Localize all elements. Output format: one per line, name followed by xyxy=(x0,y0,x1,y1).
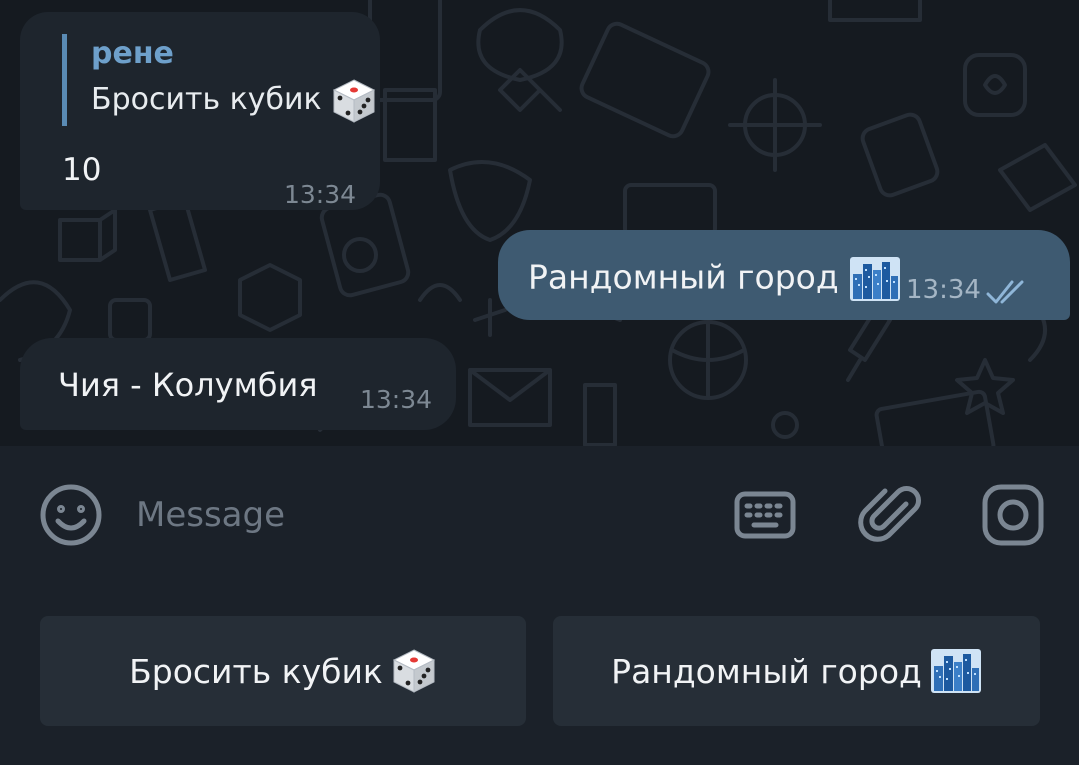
roll-dice-button-label: Бросить кубик xyxy=(129,651,383,691)
cityscape-icon xyxy=(849,256,901,302)
roll-dice-button[interactable]: Бросить кубик xyxy=(40,616,526,726)
camera-icon[interactable] xyxy=(978,480,1048,550)
message-time: 13:34 xyxy=(906,275,981,305)
random-city-button-label: Рандомный город xyxy=(611,651,922,691)
message-time: 13:34 xyxy=(360,385,433,414)
reply-quote[interactable]: рене Бросить кубик xyxy=(62,34,377,126)
message-input[interactable] xyxy=(136,486,696,544)
game-die-icon xyxy=(331,78,377,124)
emoji-icon[interactable] xyxy=(36,480,106,550)
random-city-button[interactable]: Рандомный город xyxy=(553,616,1040,726)
incoming-message-bubble[interactable]: рене Бросить кубик 10 13:34 xyxy=(20,12,380,210)
cityscape-icon xyxy=(930,648,982,694)
telegram-chat-screen: рене Бросить кубик 10 13:34 Рандомный го… xyxy=(0,0,1079,765)
keyboard-icon[interactable] xyxy=(730,480,800,550)
attach-icon[interactable] xyxy=(858,480,928,550)
reply-text: Бросить кубик xyxy=(91,74,377,126)
incoming-message-bubble[interactable]: Чия - Колумбия 13:34 xyxy=(20,338,456,430)
message-text-label: Рандомный город xyxy=(528,257,839,297)
reply-text-label: Бросить кубик xyxy=(91,82,322,117)
chat-area[interactable]: рене Бросить кубик 10 13:34 Рандомный го… xyxy=(0,0,1079,446)
double-check-read-icon xyxy=(986,280,1024,304)
message-text: Чия - Колумбия xyxy=(58,366,318,404)
reply-author: рене xyxy=(91,36,174,71)
bot-keyboard: Бросить кубик Рандомный город xyxy=(0,586,1079,765)
game-die-icon xyxy=(391,648,437,694)
outgoing-message-bubble[interactable]: Рандомный город 13:34 xyxy=(498,230,1070,320)
message-text: Рандомный город xyxy=(528,256,901,302)
message-text: 10 xyxy=(62,152,102,188)
message-composer xyxy=(0,446,1079,586)
message-time: 13:34 xyxy=(284,180,357,209)
